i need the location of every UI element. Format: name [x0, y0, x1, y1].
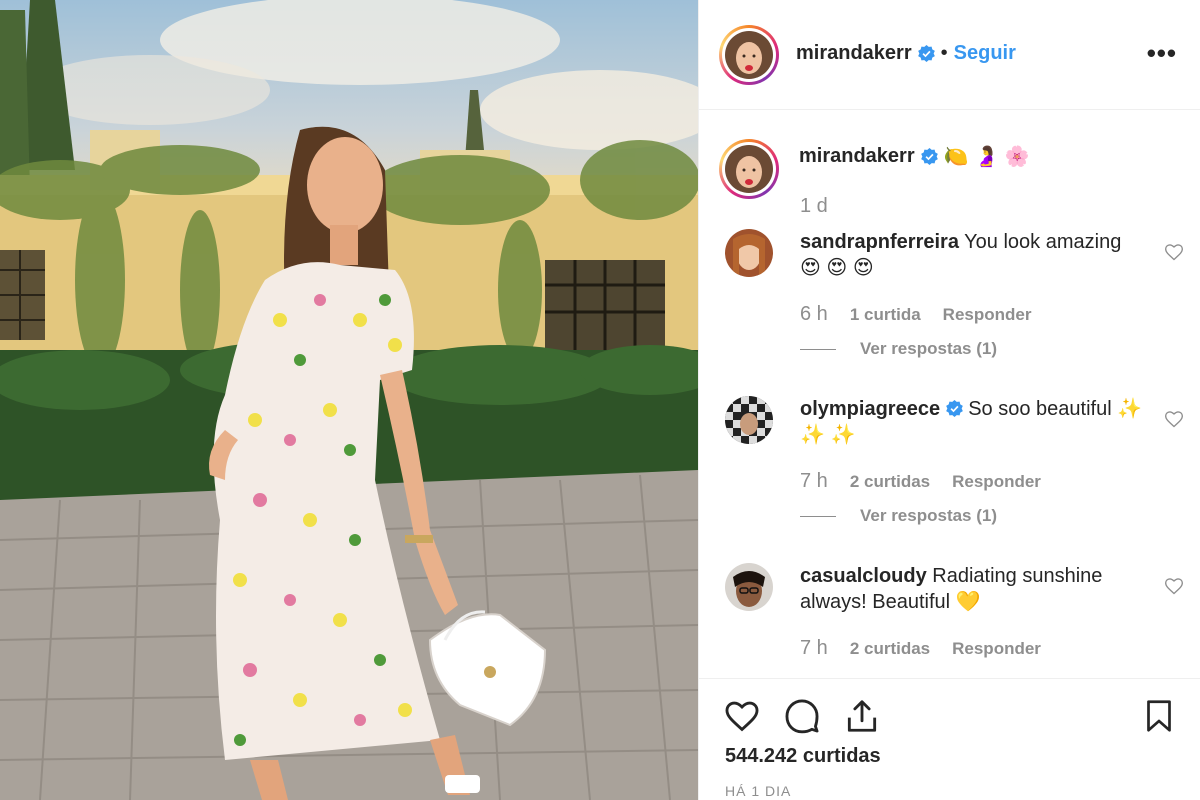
commenter-avatar[interactable]: [725, 563, 773, 611]
comment-time[interactable]: 7 h: [800, 637, 828, 660]
profile-avatar[interactable]: [719, 25, 779, 85]
caption-timestamp[interactable]: 1 d: [800, 195, 828, 218]
action-bar: [723, 697, 881, 735]
caption-text: 🍋 🤰 🌸: [943, 146, 1030, 168]
avatar-checker-icon: [725, 396, 773, 444]
reply-button[interactable]: Responder: [952, 472, 1041, 492]
more-options-button[interactable]: •••: [1147, 40, 1177, 66]
heart-icon[interactable]: [723, 697, 761, 735]
comment-text: olympiagreece So soo beautiful ✨ ✨ ✨: [800, 396, 1145, 448]
avatar-face-icon: [725, 31, 773, 79]
comment-username[interactable]: sandrapnferreira: [800, 231, 959, 253]
view-replies-label: Ver respostas (1): [860, 506, 998, 525]
post-header: mirandakerr • Seguir •••: [699, 0, 1200, 110]
post-actions-footer: 544.242 curtidas HÁ 1 DIA: [699, 678, 1200, 800]
comment-icon[interactable]: [783, 697, 821, 735]
comment-username[interactable]: olympiagreece: [800, 398, 940, 420]
reply-button[interactable]: Responder: [943, 305, 1032, 325]
post-photo[interactable]: [0, 0, 698, 800]
avatar-face-icon: [725, 229, 773, 277]
post-details-panel: mirandakerr • Seguir ••• mirandakerr 🍋 🤰…: [698, 0, 1200, 800]
caption-username[interactable]: mirandakerr: [799, 145, 915, 168]
comment-like-heart-icon[interactable]: [1164, 576, 1184, 596]
header-username[interactable]: mirandakerr: [796, 42, 912, 65]
avatar-face-icon: [725, 563, 773, 611]
verified-badge-icon: [920, 148, 938, 165]
avatar-face-icon: [725, 145, 773, 193]
header-separator: •: [940, 42, 948, 64]
comment-meta: 7 h 2 curtidas Responder: [800, 637, 1041, 660]
likes-count[interactable]: 544.242 curtidas: [725, 745, 881, 768]
follow-button[interactable]: Seguir: [954, 42, 1016, 65]
comment-likes[interactable]: 2 curtidas: [850, 472, 930, 492]
comment-meta: 7 h 2 curtidas Responder: [800, 470, 1041, 493]
reply-button[interactable]: Responder: [952, 639, 1041, 659]
replies-divider: [800, 348, 836, 350]
verified-badge-icon: [945, 400, 963, 417]
commenter-avatar[interactable]: [725, 396, 773, 444]
comment-username[interactable]: casualcloudy: [800, 565, 927, 587]
view-replies-button[interactable]: Ver respostas (1): [800, 506, 997, 526]
post-photo-illustration: [0, 0, 698, 800]
view-replies-button[interactable]: Ver respostas (1): [800, 339, 997, 359]
replies-divider: [800, 515, 836, 517]
view-replies-label: Ver respostas (1): [860, 339, 998, 358]
comment-like-heart-icon[interactable]: [1164, 409, 1184, 429]
comment-meta: 6 h 1 curtida Responder: [800, 303, 1031, 326]
comment-like-heart-icon[interactable]: [1164, 242, 1184, 262]
comment-text: casualcloudy Radiating sunshine always! …: [800, 563, 1145, 615]
comment-text: sandrapnferreira You look amazing 😍 😍 😍: [800, 229, 1145, 281]
verified-badge-icon: [917, 45, 935, 62]
comment-likes[interactable]: 2 curtidas: [850, 639, 930, 659]
comment-time[interactable]: 6 h: [800, 303, 828, 326]
comment-likes[interactable]: 1 curtida: [850, 305, 921, 325]
share-icon[interactable]: [843, 697, 881, 735]
comments-list[interactable]: mirandakerr 🍋 🤰 🌸 1 d sandrapnferreira Y…: [699, 111, 1200, 677]
commenter-avatar[interactable]: [725, 229, 773, 277]
bookmark-icon[interactable]: [1141, 697, 1177, 735]
caption-avatar[interactable]: [719, 139, 779, 199]
comment-time[interactable]: 7 h: [800, 470, 828, 493]
post-date[interactable]: HÁ 1 DIA: [725, 783, 791, 799]
